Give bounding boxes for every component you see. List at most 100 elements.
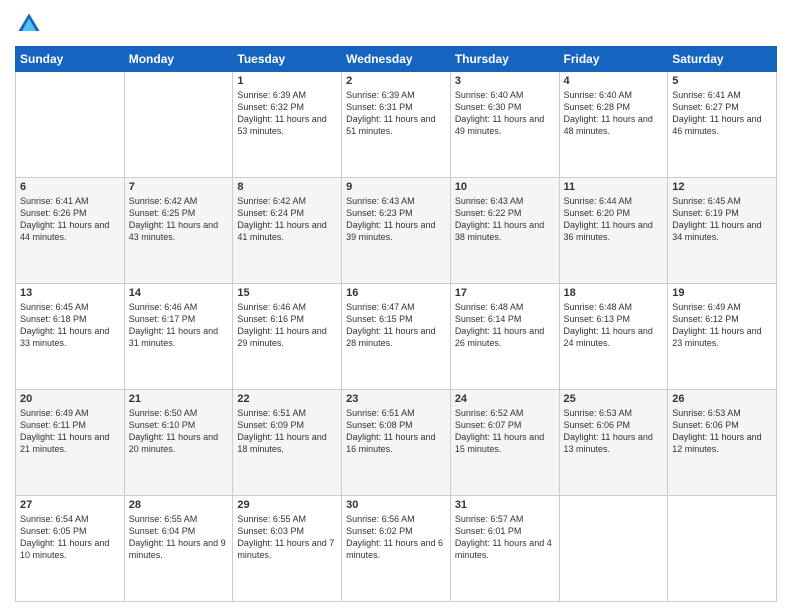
cell-content: Sunrise: 6:56 AM Sunset: 6:02 PM Dayligh… — [346, 513, 446, 562]
calendar-cell: 7Sunrise: 6:42 AM Sunset: 6:25 PM Daylig… — [124, 178, 233, 284]
cell-content: Sunrise: 6:48 AM Sunset: 6:13 PM Dayligh… — [564, 301, 664, 350]
calendar-cell: 17 Sunrise: 6:48 AM Sunset: 6:14 PM Dayli… — [450, 284, 559, 390]
logo-icon — [15, 10, 43, 38]
calendar-cell: 4 Sunrise: 6:40 AM Sunset: 6:28 PM Daylig… — [559, 72, 668, 178]
calendar-cell: 26 Sunrise: 6:53 AM Sunset: 6:06 PM Dayli… — [668, 390, 777, 496]
cell-content: Sunrise: 6:55 AM Sunset: 6:04 PM Dayligh… — [129, 513, 229, 562]
day-number: 9 — [346, 181, 446, 193]
calendar-cell: 14 Sunrise: 6:46 AM Sunset: 6:17 PM Dayli… — [124, 284, 233, 390]
cell-content: Sunrise: 6:51 AM Sunset: 6:09 PM Dayligh… — [237, 407, 337, 456]
cell-content: Sunrise: 6:54 AM Sunset: 6:05 PM Dayligh… — [20, 513, 120, 562]
calendar-cell: 10Sunrise: 6:43 AM Sunset: 6:22 PM Dayli… — [450, 178, 559, 284]
cell-content: Sunrise: 6:40 AM Sunset: 6:30 PM Dayligh… — [455, 89, 555, 138]
day-number: 31 — [455, 499, 555, 511]
day-number: 5 — [672, 75, 772, 87]
cell-content: Sunrise: 6:45 AM Sunset: 6:18 PM Dayligh… — [20, 301, 120, 350]
calendar-week-row: 13 Sunrise: 6:45 AM Sunset: 6:18 PM Dayli… — [16, 284, 777, 390]
header — [15, 10, 777, 38]
calendar-cell: 15 Sunrise: 6:46 AM Sunset: 6:16 PM Dayli… — [233, 284, 342, 390]
calendar-week-row: 1 Sunrise: 6:39 AM Sunset: 6:32 PM Daylig… — [16, 72, 777, 178]
day-number: 12 — [672, 181, 772, 193]
calendar-cell: 22 Sunrise: 6:51 AM Sunset: 6:09 PM Dayli… — [233, 390, 342, 496]
day-number: 14 — [129, 287, 229, 299]
calendar-cell: 3 Sunrise: 6:40 AM Sunset: 6:30 PM Daylig… — [450, 72, 559, 178]
cell-content: Sunrise: 6:49 AM Sunset: 6:12 PM Dayligh… — [672, 301, 772, 350]
day-number: 10 — [455, 181, 555, 193]
calendar-cell: 21Sunrise: 6:50 AM Sunset: 6:10 PM Dayli… — [124, 390, 233, 496]
calendar-cell — [124, 72, 233, 178]
cell-content: Sunrise: 6:51 AM Sunset: 6:08 PM Dayligh… — [346, 407, 446, 456]
day-number: 29 — [237, 499, 337, 511]
calendar-cell: 25Sunrise: 6:53 AM Sunset: 6:06 PM Dayli… — [559, 390, 668, 496]
cell-content: Sunrise: 6:47 AM Sunset: 6:15 PM Dayligh… — [346, 301, 446, 350]
day-number: 26 — [672, 393, 772, 405]
cell-content: Sunrise: 6:53 AM Sunset: 6:06 PM Dayligh… — [672, 407, 772, 456]
calendar-cell: 18 Sunrise: 6:48 AM Sunset: 6:13 PM Dayli… — [559, 284, 668, 390]
day-number: 17 — [455, 287, 555, 299]
cell-content: Sunrise: 6:55 AM Sunset: 6:03 PM Dayligh… — [237, 513, 337, 562]
weekday-header: Monday — [124, 47, 233, 72]
calendar-cell: 6Sunrise: 6:41 AM Sunset: 6:26 PM Daylig… — [16, 178, 125, 284]
calendar-cell: 24 Sunrise: 6:52 AM Sunset: 6:07 PM Dayli… — [450, 390, 559, 496]
calendar-cell: 30 Sunrise: 6:56 AM Sunset: 6:02 PM Dayli… — [342, 496, 451, 602]
day-number: 4 — [564, 75, 664, 87]
calendar-cell: 16 Sunrise: 6:47 AM Sunset: 6:15 PM Dayli… — [342, 284, 451, 390]
cell-content: Sunrise: 6:42 AM Sunset: 6:24 PM Dayligh… — [237, 195, 337, 244]
calendar-cell: 28 Sunrise: 6:55 AM Sunset: 6:04 PM Dayli… — [124, 496, 233, 602]
calendar-week-row: 27 Sunrise: 6:54 AM Sunset: 6:05 PM Dayli… — [16, 496, 777, 602]
calendar-cell: 12 Sunrise: 6:45 AM Sunset: 6:19 PM Dayli… — [668, 178, 777, 284]
cell-content: Sunrise: 6:43 AM Sunset: 6:23 PM Dayligh… — [346, 195, 446, 244]
day-number: 11 — [564, 181, 664, 193]
calendar-cell: 29 Sunrise: 6:55 AM Sunset: 6:03 PM Dayli… — [233, 496, 342, 602]
calendar-week-row: 20 Sunrise: 6:49 AM Sunset: 6:11 PM Dayli… — [16, 390, 777, 496]
day-number: 19 — [672, 287, 772, 299]
day-number: 23 — [346, 393, 446, 405]
weekday-header: Sunday — [16, 47, 125, 72]
cell-content: Sunrise: 6:48 AM Sunset: 6:14 PM Dayligh… — [455, 301, 555, 350]
cell-content: Sunrise: 6:52 AM Sunset: 6:07 PM Dayligh… — [455, 407, 555, 456]
day-number: 7 — [129, 181, 229, 193]
day-number: 30 — [346, 499, 446, 511]
cell-content: Sunrise: 6:49 AM Sunset: 6:11 PM Dayligh… — [20, 407, 120, 456]
weekday-header: Thursday — [450, 47, 559, 72]
calendar-cell: 27 Sunrise: 6:54 AM Sunset: 6:05 PM Dayli… — [16, 496, 125, 602]
day-number: 8 — [237, 181, 337, 193]
cell-content: Sunrise: 6:39 AM Sunset: 6:31 PM Dayligh… — [346, 89, 446, 138]
calendar-week-row: 6Sunrise: 6:41 AM Sunset: 6:26 PM Daylig… — [16, 178, 777, 284]
calendar-cell: 2 Sunrise: 6:39 AM Sunset: 6:31 PM Daylig… — [342, 72, 451, 178]
weekday-header: Tuesday — [233, 47, 342, 72]
calendar-cell — [668, 496, 777, 602]
weekday-header: Wednesday — [342, 47, 451, 72]
calendar-cell: 19 Sunrise: 6:49 AM Sunset: 6:12 PM Dayli… — [668, 284, 777, 390]
calendar-cell — [559, 496, 668, 602]
calendar-cell — [16, 72, 125, 178]
cell-content: Sunrise: 6:46 AM Sunset: 6:17 PM Dayligh… — [129, 301, 229, 350]
cell-content: Sunrise: 6:41 AM Sunset: 6:26 PM Dayligh… — [20, 195, 120, 244]
day-number: 24 — [455, 393, 555, 405]
cell-content: Sunrise: 6:45 AM Sunset: 6:19 PM Dayligh… — [672, 195, 772, 244]
page: SundayMondayTuesdayWednesdayThursdayFrid… — [0, 0, 792, 612]
day-number: 13 — [20, 287, 120, 299]
day-number: 22 — [237, 393, 337, 405]
day-number: 2 — [346, 75, 446, 87]
cell-content: Sunrise: 6:57 AM Sunset: 6:01 PM Dayligh… — [455, 513, 555, 562]
day-number: 1 — [237, 75, 337, 87]
calendar-cell: 23 Sunrise: 6:51 AM Sunset: 6:08 PM Dayli… — [342, 390, 451, 496]
cell-content: Sunrise: 6:46 AM Sunset: 6:16 PM Dayligh… — [237, 301, 337, 350]
day-number: 3 — [455, 75, 555, 87]
day-number: 18 — [564, 287, 664, 299]
cell-content: Sunrise: 6:39 AM Sunset: 6:32 PM Dayligh… — [237, 89, 337, 138]
day-number: 15 — [237, 287, 337, 299]
day-number: 27 — [20, 499, 120, 511]
calendar-cell: 5Sunrise: 6:41 AM Sunset: 6:27 PM Daylig… — [668, 72, 777, 178]
day-number: 25 — [564, 393, 664, 405]
day-number: 20 — [20, 393, 120, 405]
cell-content: Sunrise: 6:40 AM Sunset: 6:28 PM Dayligh… — [564, 89, 664, 138]
calendar-cell: 13 Sunrise: 6:45 AM Sunset: 6:18 PM Dayli… — [16, 284, 125, 390]
weekday-header: Friday — [559, 47, 668, 72]
calendar-cell: 8 Sunrise: 6:42 AM Sunset: 6:24 PM Daylig… — [233, 178, 342, 284]
cell-content: Sunrise: 6:44 AM Sunset: 6:20 PM Dayligh… — [564, 195, 664, 244]
day-number: 28 — [129, 499, 229, 511]
calendar-cell: 1 Sunrise: 6:39 AM Sunset: 6:32 PM Daylig… — [233, 72, 342, 178]
day-number: 16 — [346, 287, 446, 299]
